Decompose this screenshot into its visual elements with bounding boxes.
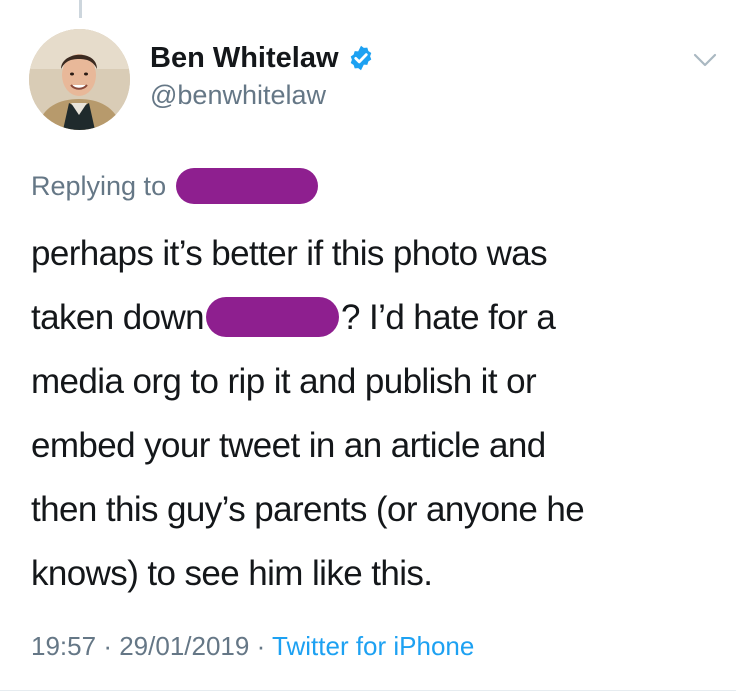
replying-to-row: Replying to — [31, 167, 319, 205]
tweet-text-line: taken down ? I’d hate for a — [31, 286, 721, 350]
author-name-row[interactable]: Ben Whitelaw — [150, 40, 375, 76]
chevron-down-icon[interactable] — [692, 50, 718, 70]
verified-badge-icon — [347, 44, 375, 72]
author-handle[interactable]: @benwhitelaw — [150, 78, 326, 112]
thread-connector-line — [79, 0, 82, 18]
tweet-text-segment: perhaps it’s better if this photo was — [31, 234, 548, 273]
tweet-text-line: knows) to see him like this. — [31, 542, 721, 606]
tweet-text-segment: media org to rip it and publish it or — [31, 362, 537, 401]
avatar[interactable] — [29, 29, 130, 130]
tweet-date[interactable]: 29/01/2019 — [119, 631, 249, 661]
author-display-name[interactable]: Ben Whitelaw — [150, 40, 339, 76]
avatar-photo — [29, 29, 130, 130]
tweet-text-segment: ? I’d hate for a — [341, 298, 556, 337]
tweet-time[interactable]: 19:57 — [31, 631, 96, 661]
meta-separator: · — [103, 631, 112, 661]
tweet-text-segment: embed your tweet in an article and — [31, 426, 546, 465]
tweet-text: perhaps it’s better if this photo was ta… — [31, 222, 721, 606]
meta-separator: · — [256, 631, 266, 661]
tweet-source-link[interactable]: Twitter for iPhone — [272, 631, 474, 661]
tweet-text-segment: knows) to see him like this. — [31, 554, 433, 593]
redacted-username — [176, 168, 319, 204]
tweet-text-segment: taken down — [31, 298, 205, 337]
replying-to-label: Replying to — [31, 171, 167, 201]
redacted-mention — [206, 297, 340, 337]
tweet-text-segment: then this guy’s parents (or anyone he — [31, 490, 585, 529]
tweet-metadata: 19:57 · 29/01/2019 · Twitter for iPhone — [31, 628, 474, 664]
tweet-text-line: embed your tweet in an article and — [31, 414, 721, 478]
divider — [0, 690, 736, 691]
tweet-text-line: then this guy’s parents (or anyone he — [31, 478, 721, 542]
tweet-text-line: media org to rip it and publish it or — [31, 350, 721, 414]
tweet-text-line: perhaps it’s better if this photo was — [31, 222, 721, 286]
